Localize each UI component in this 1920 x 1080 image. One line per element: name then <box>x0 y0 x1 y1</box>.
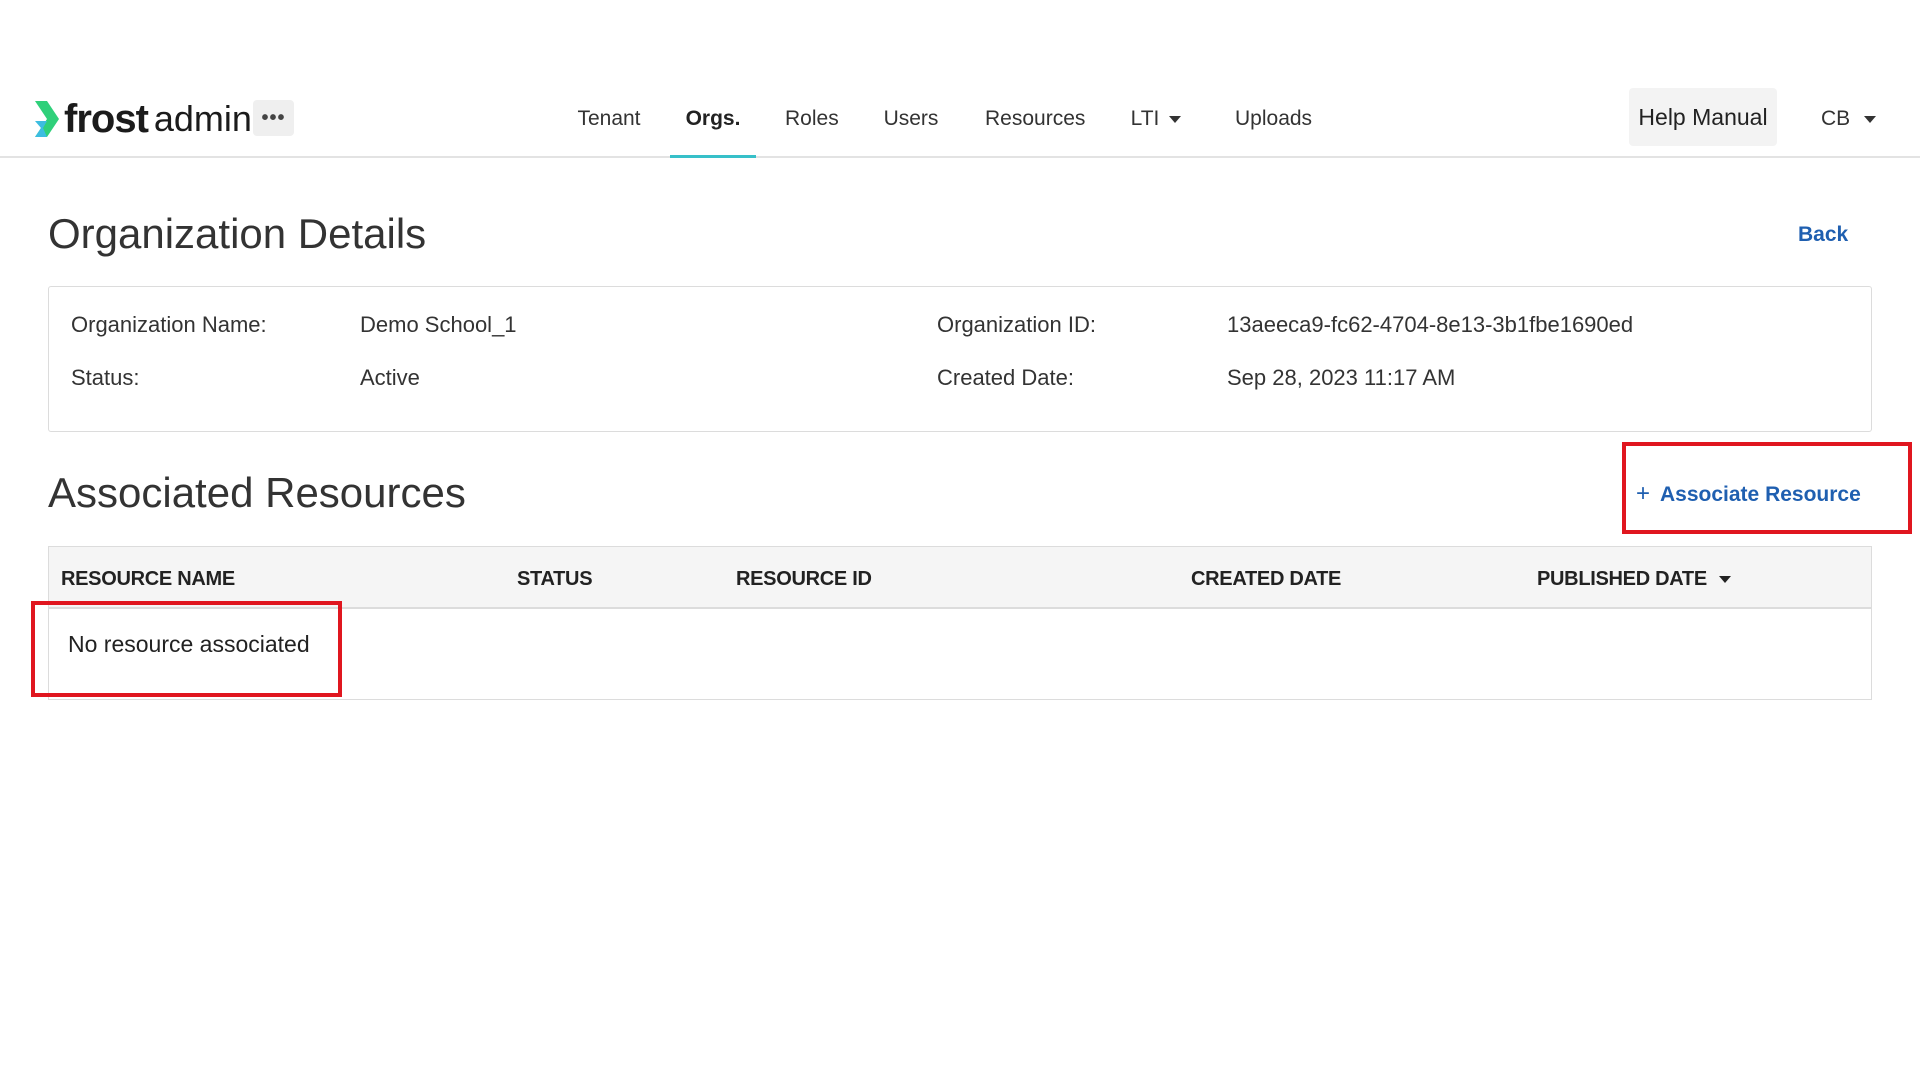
created-date-value: Sep 28, 2023 11:17 AM <box>1227 365 1456 390</box>
nav-item-lti[interactable]: LTI <box>1128 100 1184 158</box>
nav-item-orgs[interactable]: Orgs. <box>670 100 756 158</box>
help-manual-button[interactable]: Help Manual <box>1629 88 1777 146</box>
back-link[interactable]: Back <box>1798 221 1848 249</box>
org-name-value: Demo School_1 <box>360 312 517 337</box>
nav-item-resources[interactable]: Resources <box>985 100 1085 158</box>
column-header-created-date[interactable]: CREATED DATE <box>1191 566 1341 592</box>
caret-down-icon <box>1864 115 1877 123</box>
column-header-status[interactable]: STATUS <box>517 566 593 592</box>
nav-item-label: Tenant <box>577 107 641 130</box>
nav-item-label: Uploads <box>1235 107 1313 130</box>
highlight-box-empty-message <box>31 601 342 697</box>
org-id-value: 13aeeca9-fc62-4704-8e13-3b1fbe1690ed <box>1227 312 1634 337</box>
associated-resources-title: Associated Resources <box>48 469 466 516</box>
nav-item-label: Resources <box>985 107 1086 130</box>
sort-desc-icon <box>1718 576 1731 584</box>
created-date-label: Created Date: <box>937 365 1074 390</box>
nav-item-tenant[interactable]: Tenant <box>577 100 641 158</box>
nav-item-label: Users <box>883 107 939 130</box>
nav-item-uploads[interactable]: Uploads <box>1235 100 1313 158</box>
column-header-published-date[interactable]: PUBLISHED DATE <box>1537 566 1731 592</box>
nav-item-users[interactable]: Users <box>883 100 939 158</box>
column-header-resource-name[interactable]: RESOURCE NAME <box>61 566 235 592</box>
nav-item-roles[interactable]: Roles <box>785 100 839 158</box>
table-header: RESOURCE NAME STATUS RESOURCE ID CREATED… <box>49 547 1871 609</box>
nav-item-label: LTI <box>1130 107 1160 130</box>
caret-down-icon <box>1169 115 1182 123</box>
status-value: Active <box>360 365 420 390</box>
nav-item-label: Orgs. <box>685 107 741 130</box>
column-header-resource-id[interactable]: RESOURCE ID <box>736 566 872 592</box>
nav-item-label: Roles <box>785 107 839 130</box>
top-navigation-bar: frost admin ••• Tenant Orgs. Roles Users… <box>0 0 1920 158</box>
page-title: Organization Details <box>48 210 427 257</box>
org-id-label: Organization ID: <box>937 312 1096 337</box>
organization-details-card: Organization Name: Demo School_1 Status:… <box>48 286 1872 432</box>
highlight-box-associate-resource <box>1622 442 1912 534</box>
status-label: Status: <box>71 365 140 390</box>
user-menu[interactable]: CB <box>1821 104 1877 134</box>
column-header-label: PUBLISHED DATE <box>1537 568 1707 590</box>
org-name-label: Organization Name: <box>71 312 267 337</box>
user-initials: CB <box>1821 107 1851 130</box>
